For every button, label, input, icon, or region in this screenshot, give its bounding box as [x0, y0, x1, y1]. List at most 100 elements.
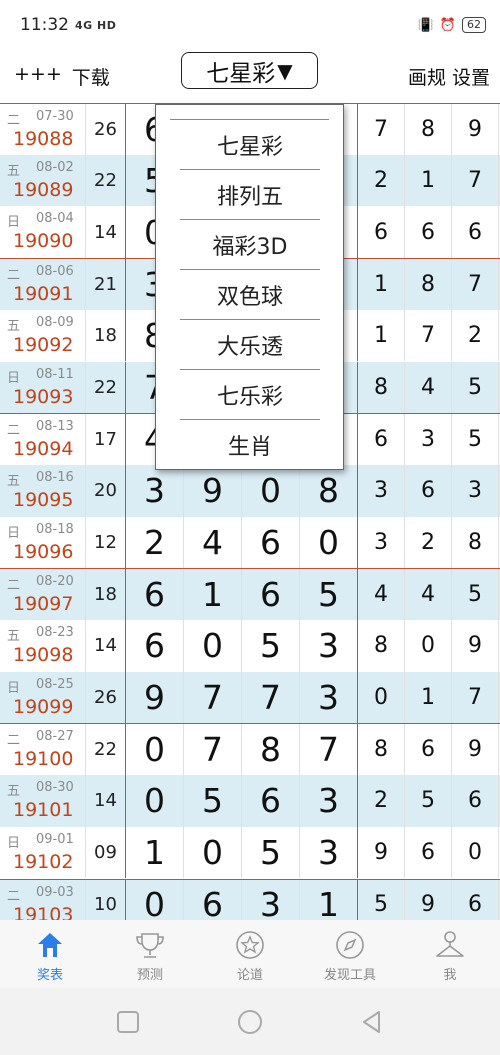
recent-apps-icon[interactable] [115, 1009, 141, 1035]
dropdown-arrow-icon: ▼ [277, 58, 293, 83]
dropdown-item[interactable]: 排列五 [180, 170, 320, 220]
draw-date: 08-27 [36, 729, 74, 745]
tab-label: 奖表 [36, 968, 63, 983]
digit-cell: 0 [184, 620, 242, 672]
tail-digit-cell: 6 [405, 464, 452, 517]
issue-number: 19093 [13, 385, 74, 408]
weekday-label: 日 [7, 525, 21, 541]
digit-cell: 3 [300, 826, 358, 879]
digit-cell: 0 [300, 516, 358, 569]
system-nav-bar [0, 988, 500, 1055]
selector-label: 七星彩 [206, 60, 276, 87]
tail-digit-cell: 8 [358, 361, 405, 414]
digit-cell: 8 [242, 724, 300, 776]
sum-cell: 10 [86, 879, 126, 920]
bottom-tab-bar: 奖表 预测 论道 发现工具 我 [0, 920, 500, 988]
digit-cell: 6 [184, 879, 242, 920]
vibrate-icon: 📳 [417, 17, 434, 33]
date-cell: 日 08-18 19096 [0, 516, 86, 569]
battery-icon: 62 [462, 17, 486, 33]
status-bar: 11:32 4G HD 📳 ⏰ 62 [0, 0, 500, 50]
weekday-label: 二 [7, 113, 21, 128]
home-nav-icon[interactable] [237, 1009, 263, 1035]
alarm-icon: ⏰ [439, 17, 456, 33]
tail-digit-cell: 1 [405, 154, 452, 207]
dropdown-item[interactable]: 大乐透 [180, 320, 320, 370]
digit-cell: 2 [126, 516, 184, 569]
lottery-selector[interactable]: 七星彩 ▼ [181, 52, 318, 89]
issue-number: 19101 [13, 799, 74, 822]
tail-digit-cell: 0 [452, 826, 499, 879]
tail-digit-cell: 7 [452, 154, 499, 207]
date-cell: 二 09-03 19103 [0, 879, 86, 920]
dropdown-item[interactable]: 福彩3D [180, 220, 320, 270]
draw-date: 08-11 [36, 366, 74, 382]
dropdown-item[interactable]: 七星彩 [180, 120, 320, 170]
tab-compass[interactable]: 发现工具 [300, 920, 400, 988]
tab-person[interactable]: 我 [400, 920, 500, 988]
tail-digit-cell: 1 [405, 671, 452, 724]
weekday-label: 日 [7, 835, 21, 851]
more-button[interactable]: +++ [14, 63, 62, 90]
draw-date: 08-06 [36, 264, 74, 280]
header-left: +++ 下载 [14, 63, 110, 90]
weekday-label: 二 [7, 888, 21, 904]
tail-digit-cell: 8 [358, 724, 405, 776]
dropdown-item[interactable]: 生肖 [180, 420, 320, 470]
table-row[interactable]: 二 09-03 19103 10 0 6 3 1 5 9 6 [0, 878, 500, 920]
digit-cell: 6 [242, 775, 300, 827]
tail-digit-cell: 1 [358, 309, 405, 362]
table-row[interactable]: 日 09-01 19102 09 1 0 5 3 9 6 0 [0, 826, 500, 879]
tail-digit-cell: 2 [358, 775, 405, 827]
issue-number: 19097 [13, 593, 74, 616]
issue-number: 19091 [13, 283, 74, 306]
issue-number: 19090 [13, 230, 74, 253]
tab-label: 论道 [236, 968, 263, 983]
tab-trophy[interactable]: 预测 [100, 920, 200, 988]
status-time: 11:32 [20, 15, 69, 35]
draw-date: 08-25 [36, 676, 74, 692]
tail-digit-cell: 9 [405, 879, 452, 920]
draw-date: 07-30 [36, 109, 74, 124]
status-left: 11:32 4G HD [20, 15, 116, 35]
sum-cell: 17 [86, 414, 126, 465]
tab-home[interactable]: 奖表 [0, 920, 100, 988]
issue-number: 19092 [13, 333, 74, 356]
trophy-icon [136, 933, 164, 958]
table-row[interactable]: 二 08-20 19097 18 6 1 6 5 4 4 5 [0, 568, 500, 620]
sum-cell: 14 [86, 620, 126, 672]
table-row[interactable]: 五 08-23 19098 14 6 0 5 3 8 0 9 [0, 620, 500, 672]
draw-rules-button[interactable]: 画规 [408, 63, 446, 90]
table-row[interactable]: 五 08-30 19101 14 0 5 6 3 2 5 6 [0, 775, 500, 827]
dropdown-item[interactable]: 双色球 [180, 270, 320, 320]
table-row[interactable]: 日 08-25 19099 26 9 7 7 3 0 1 7 [0, 671, 500, 724]
person-icon [436, 931, 464, 957]
digit-cell: 7 [300, 724, 358, 776]
settings-button[interactable]: 设置 [452, 63, 490, 90]
digit-cell: 7 [242, 671, 300, 724]
digit-cell: 1 [126, 826, 184, 879]
tail-digit-cell: 8 [452, 516, 499, 569]
issue-number: 19098 [13, 644, 74, 666]
weekday-label: 五 [7, 784, 21, 800]
back-icon[interactable] [359, 1009, 385, 1035]
tail-digit-cell: 3 [358, 464, 405, 517]
digit-cell: 6 [126, 620, 184, 672]
weekday-label: 五 [7, 318, 21, 334]
weekday-label: 日 [7, 370, 21, 386]
tab-star-circle[interactable]: 论道 [200, 920, 300, 988]
download-button[interactable]: 下载 [72, 63, 110, 90]
date-cell: 五 08-30 19101 [0, 775, 86, 827]
table-row[interactable]: 日 08-18 19096 12 2 4 6 0 3 2 8 [0, 516, 500, 569]
table-row[interactable]: 二 08-27 19100 22 0 7 8 7 8 6 9 [0, 723, 500, 776]
issue-number: 19102 [13, 850, 74, 873]
digit-cell: 3 [300, 620, 358, 672]
tail-digit-cell: 2 [452, 309, 499, 362]
dropdown-item[interactable]: 七乐彩 [180, 370, 320, 420]
draw-date: 08-23 [36, 625, 74, 640]
sum-cell: 22 [86, 361, 126, 414]
draw-date: 08-13 [36, 419, 74, 435]
weekday-label: 二 [7, 268, 21, 284]
digit-cell: 0 [126, 724, 184, 776]
table-row[interactable]: 五 08-16 19095 20 3 9 0 8 3 6 3 [0, 464, 500, 517]
